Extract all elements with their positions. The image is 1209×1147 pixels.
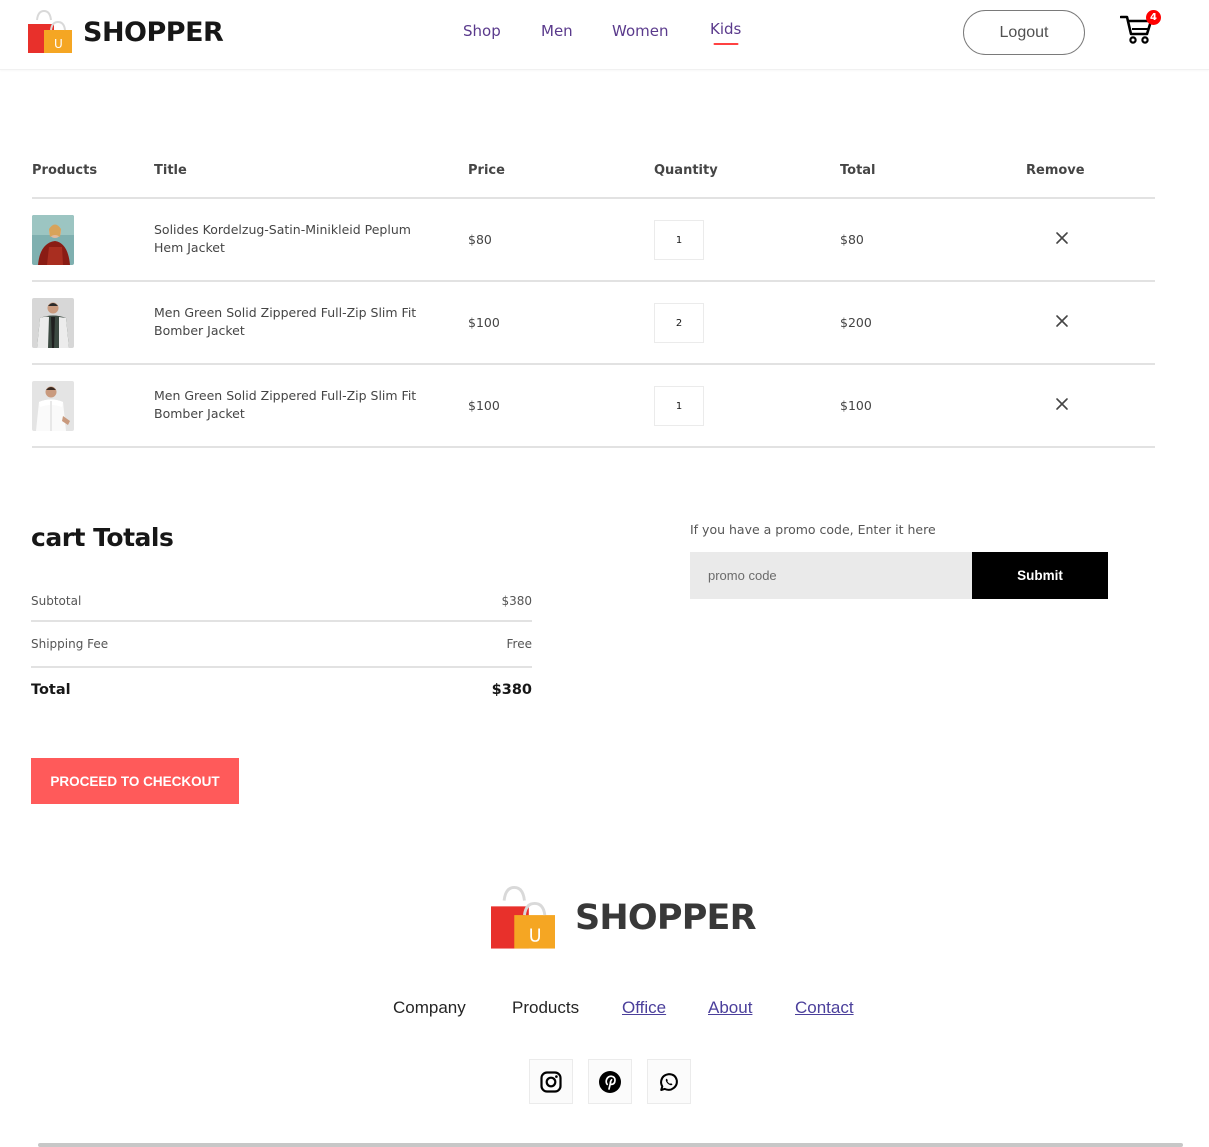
shipping-label: Shipping Fee: [31, 637, 109, 651]
nav-item-men[interactable]: Men: [541, 22, 573, 40]
product-total: $100: [840, 398, 872, 413]
nav-item-label: Men: [541, 22, 573, 40]
shipping-value: Free: [506, 637, 532, 651]
header-title: Title: [154, 163, 187, 178]
cart-totals: cart Totals Subtotal $380 Shipping Fee F…: [31, 523, 532, 714]
whatsapp-icon: [660, 1072, 678, 1091]
shipping-line: Shipping Fee Free: [31, 622, 532, 666]
header-products: Products: [32, 163, 98, 178]
product-title: Solides Kordelzug-Satin-Minikleid Peplum…: [154, 222, 411, 255]
product-title: Men Green Solid Zippered Full-Zip Slim F…: [154, 305, 417, 338]
total-line: Total $380: [31, 668, 532, 714]
product-title: Men Green Solid Zippered Full-Zip Slim F…: [154, 388, 417, 421]
product-total: $200: [840, 315, 872, 330]
remove-icon[interactable]: [1054, 230, 1070, 246]
subtotal-value: $380: [501, 594, 532, 608]
quantity-box[interactable]: 2: [654, 303, 704, 343]
header-quantity: Quantity: [654, 163, 718, 178]
svg-text:U: U: [54, 37, 63, 51]
svg-text:U: U: [529, 926, 542, 946]
cart-row: Men Green Solid Zippered Full-Zip Slim F…: [32, 282, 1155, 365]
nav-item-kids[interactable]: Kids: [710, 20, 742, 45]
shopping-bag-logo-icon: U: [28, 10, 72, 53]
remove-icon[interactable]: [1054, 313, 1070, 329]
product-thumbnail[interactable]: [32, 381, 74, 431]
header-total: Total: [840, 163, 876, 178]
product-price: $100: [468, 398, 500, 413]
cart-row: Men Green Solid Zippered Full-Zip Slim F…: [32, 365, 1155, 448]
nav-item-shop[interactable]: Shop: [463, 22, 501, 40]
quantity-box[interactable]: 1: [654, 220, 704, 260]
total-label: Total: [31, 682, 71, 698]
subtotal-label: Subtotal: [31, 594, 82, 608]
header-price: Price: [468, 163, 505, 178]
instagram-icon: [540, 1070, 562, 1093]
footer-link-company[interactable]: Company: [393, 998, 466, 1018]
promo-code-input[interactable]: [690, 552, 972, 599]
active-underline: [713, 43, 739, 45]
total-value: $380: [491, 682, 532, 698]
promo-box: Submit: [690, 552, 1108, 599]
pinterest-icon: [599, 1070, 621, 1093]
shopping-bag-logo-icon: U: [491, 886, 555, 949]
pinterest-button[interactable]: [588, 1059, 632, 1104]
instagram-button[interactable]: [529, 1059, 573, 1104]
product-price: $100: [468, 315, 500, 330]
footer-link-contact[interactable]: Contact: [795, 998, 854, 1018]
footer-logo[interactable]: U SHOPPER: [489, 886, 757, 950]
cart-table: Products Title Price Quantity Total Remo…: [32, 155, 1155, 448]
proceed-to-checkout-button[interactable]: PROCEED TO CHECKOUT: [31, 758, 239, 804]
promo-prompt: If you have a promo code, Enter it here: [690, 522, 936, 537]
cart-totals-heading: cart Totals: [31, 523, 174, 552]
promo-section: If you have a promo code, Enter it here …: [690, 522, 1108, 599]
quantity-box[interactable]: 1: [654, 386, 704, 426]
footer-brand-name: SHOPPER: [575, 898, 757, 938]
nav-item-label: Shop: [463, 22, 501, 40]
cart-count-badge: 4: [1146, 10, 1161, 25]
footer-link-about[interactable]: About: [708, 998, 752, 1018]
subtotal-line: Subtotal $380: [31, 579, 532, 620]
product-thumbnail[interactable]: [32, 215, 74, 265]
footer-rule: [38, 1143, 1183, 1147]
footer-links: Company Products Office About Contact: [0, 998, 1209, 1020]
product-total: $80: [840, 232, 864, 247]
cart-table-header: Products Title Price Quantity Total Remo…: [32, 155, 1155, 199]
nav-item-label: Women: [612, 22, 669, 40]
product-thumbnail[interactable]: [32, 298, 74, 348]
remove-icon[interactable]: [1054, 396, 1070, 412]
promo-submit-button[interactable]: Submit: [972, 552, 1108, 599]
nav-item-women[interactable]: Women: [612, 22, 668, 40]
footer-link-office[interactable]: Office: [622, 998, 666, 1018]
logout-button[interactable]: Logout: [963, 10, 1085, 55]
footer-link-products[interactable]: Products: [512, 998, 579, 1018]
brand-name: SHOPPER: [83, 16, 224, 48]
cart-row: Solides Kordelzug-Satin-Minikleid Peplum…: [32, 199, 1155, 282]
nav-logo[interactable]: U SHOPPER: [27, 10, 224, 54]
navbar: U SHOPPER Shop Men Women Kids Logout 4: [0, 0, 1209, 70]
whatsapp-button[interactable]: [647, 1059, 691, 1104]
header-remove: Remove: [1026, 163, 1085, 178]
product-price: $80: [468, 232, 492, 247]
nav-item-label: Kids: [710, 20, 742, 38]
